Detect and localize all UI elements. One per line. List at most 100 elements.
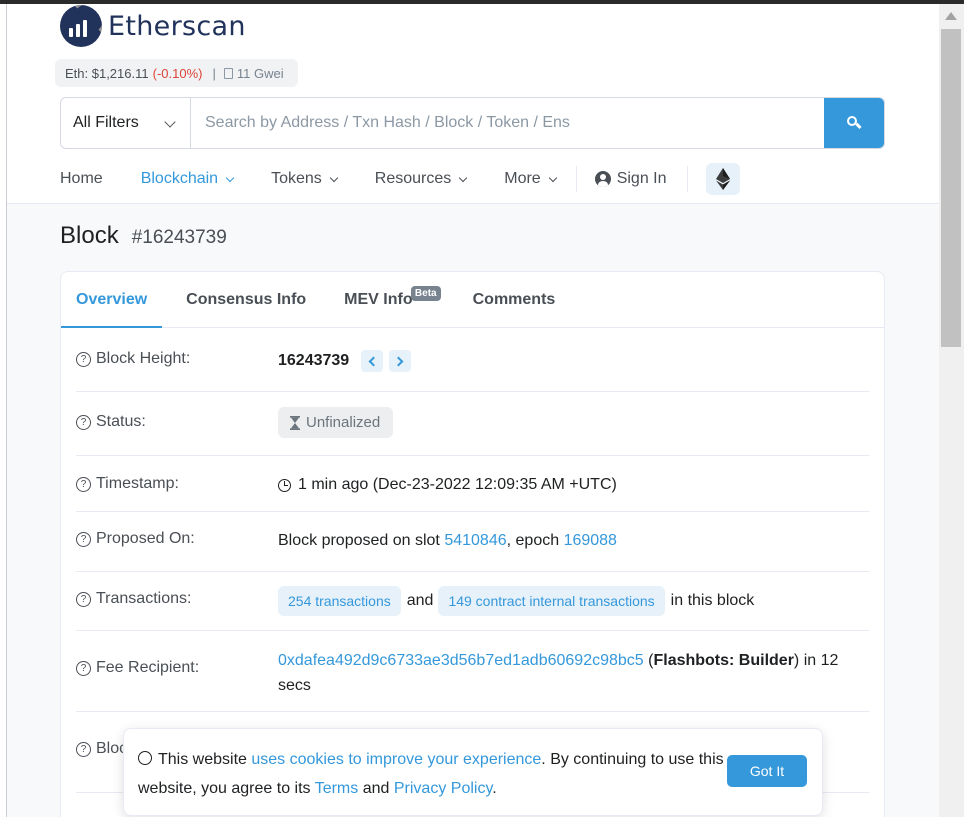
cookie-message: This website uses cookies to improve you… [138,745,728,803]
previous-block-button[interactable] [361,350,384,372]
privacy-policy-link[interactable]: Privacy Policy [394,780,492,797]
nav-divider [686,166,688,192]
cookie-banner: This website uses cookies to improve you… [123,728,823,816]
nav-divider [575,166,577,192]
proposed-on-prefix: Block proposed on slot [278,532,440,549]
tab-comments-label: Comments [472,290,556,308]
nav-tokens[interactable]: Tokens [271,170,339,188]
search-icon [847,116,857,126]
row-transactions: ? Transactions: 254 transactions and 149 … [76,572,869,631]
status-text: Unfinalized [306,414,381,431]
status-label-text: Status: [96,413,146,430]
status-badge: Unfinalized [278,407,394,438]
scroll-up-arrow-icon[interactable] [945,12,957,20]
fee-recipient-time: ) in 12 [793,652,839,669]
tab-bar: Overview Consensus Info MEV Info Beta Com… [61,272,884,328]
nav-sign-in-label: Sign In [616,170,667,187]
search-bar: All Filters [60,97,885,149]
eth-price-change: (-0.10%) [152,65,203,81]
block-height-label: ? Block Height: [76,350,190,368]
row-timestamp: ? Timestamp: 1 min ago (Dec-23-2022 12:09… [76,456,869,512]
nav-home[interactable]: Home [60,170,103,188]
nav-tokens-label: Tokens [271,170,322,187]
price-separator: | [212,65,216,81]
search-filter-label: All Filters [73,114,139,131]
etherscan-logo-icon [60,5,102,47]
fee-recipient-secs: secs [278,677,311,694]
fee-recipient-address-link[interactable]: 0xdafea492d9c6733ae3d56b7ed1adb60692c98b… [278,652,644,669]
chevron-down-icon [459,173,468,182]
cookie-icon [138,751,152,765]
block-height-number: 16243739 [278,352,350,369]
cookie-end: . [492,780,497,797]
main-nav: Home Blockchain Tokens Resources More Si… [60,161,740,197]
ethereum-icon [715,168,730,190]
search-button[interactable] [824,98,884,148]
network-switch-button[interactable] [705,163,740,195]
eth-price[interactable]: Eth: $1,216.11 [65,66,149,81]
chevron-right-icon [393,356,404,366]
row-status: ? Status: Unfinalized [76,392,869,456]
chevron-down-icon [329,173,339,182]
terms-link[interactable]: Terms [315,780,359,797]
nav-more[interactable]: More [504,170,557,188]
proposed-on-label: ? Proposed On: [76,530,195,548]
gas-price[interactable]: 11 Gwei [223,66,284,81]
nav-blockchain-label: Blockchain [140,170,219,187]
question-circle-icon[interactable]: ? [76,351,91,367]
transactions-and: and [406,592,434,609]
tab-overview[interactable]: Overview [61,272,163,328]
next-row-label: ? Bloc [76,740,127,758]
epoch-link[interactable]: 169088 [564,532,617,550]
question-circle-icon[interactable]: ? [76,660,91,676]
question-circle-icon[interactable]: ? [76,591,91,607]
nav-more-label: More [504,170,541,187]
timestamp-text: 1 min ago (Dec-23-2022 12:09:35 AM +UTC) [298,476,617,493]
transactions-suffix: in this block [670,592,755,609]
timestamp-value: 1 min ago (Dec-23-2022 12:09:35 AM +UTC) [278,476,617,494]
user-circle-icon [594,171,611,187]
scrollbar-thumb[interactable] [941,29,961,347]
question-circle-icon[interactable]: ? [76,741,91,757]
question-circle-icon[interactable]: ? [76,414,91,430]
nav-resources[interactable]: Resources [374,170,468,188]
slot-link[interactable]: 5410846 [444,532,506,550]
row-proposed-on: ? Proposed On: Block proposed on slot 541… [76,512,869,572]
proposed-on-label-text: Proposed On: [96,530,195,547]
tab-mev-info[interactable]: MEV Info Beta [329,272,441,327]
nav-sign-in[interactable]: Sign In [594,170,667,188]
vertical-scrollbar[interactable] [939,4,964,817]
clock-icon [278,478,291,492]
tab-overview-label: Overview [76,290,148,308]
question-circle-icon[interactable]: ? [76,476,91,492]
row-block-height: ? Block Height: 16243739 [76,328,869,392]
cookie-policy-link[interactable]: uses cookies to improve your experience [251,751,541,768]
proposed-on-mid: , epoch [506,532,560,549]
search-input[interactable] [192,98,837,148]
page-title-text: Block [60,222,119,249]
brand-name: Etherscan [108,10,246,42]
page: Etherscan Eth: $1,216.11 (-0.10%) | 11 G… [7,4,939,817]
etherscan-logo[interactable]: Etherscan [60,4,246,48]
site-header: Etherscan Eth: $1,216.11 (-0.10%) | 11 G… [7,4,939,204]
search-filter-select[interactable]: All Filters [61,98,191,148]
cookie-and: and [362,780,390,797]
block-height-label-text: Block Height: [96,350,191,367]
chevron-down-icon [548,173,557,182]
timestamp-label-text: Timestamp: [96,475,179,492]
internal-transactions-link[interactable]: 149 contract internal transactions [438,586,665,616]
block-height-value: 16243739 [278,350,412,372]
status-value: Unfinalized [278,407,394,438]
tab-consensus-info[interactable]: Consensus Info [171,272,321,327]
got-it-button[interactable]: Got It [727,755,807,787]
question-circle-icon[interactable]: ? [76,531,91,547]
nav-blockchain[interactable]: Blockchain [140,170,235,188]
tab-comments[interactable]: Comments [458,272,571,327]
next-block-button[interactable] [389,350,412,372]
transactions-link[interactable]: 254 transactions [278,586,401,616]
chevron-down-icon [164,116,176,128]
nav-resources-label: Resources [374,170,452,187]
tab-consensus-label: Consensus Info [186,290,307,308]
chevron-down-icon [225,173,235,182]
transactions-value: 254 transactions and 149 contract intern… [278,586,754,616]
